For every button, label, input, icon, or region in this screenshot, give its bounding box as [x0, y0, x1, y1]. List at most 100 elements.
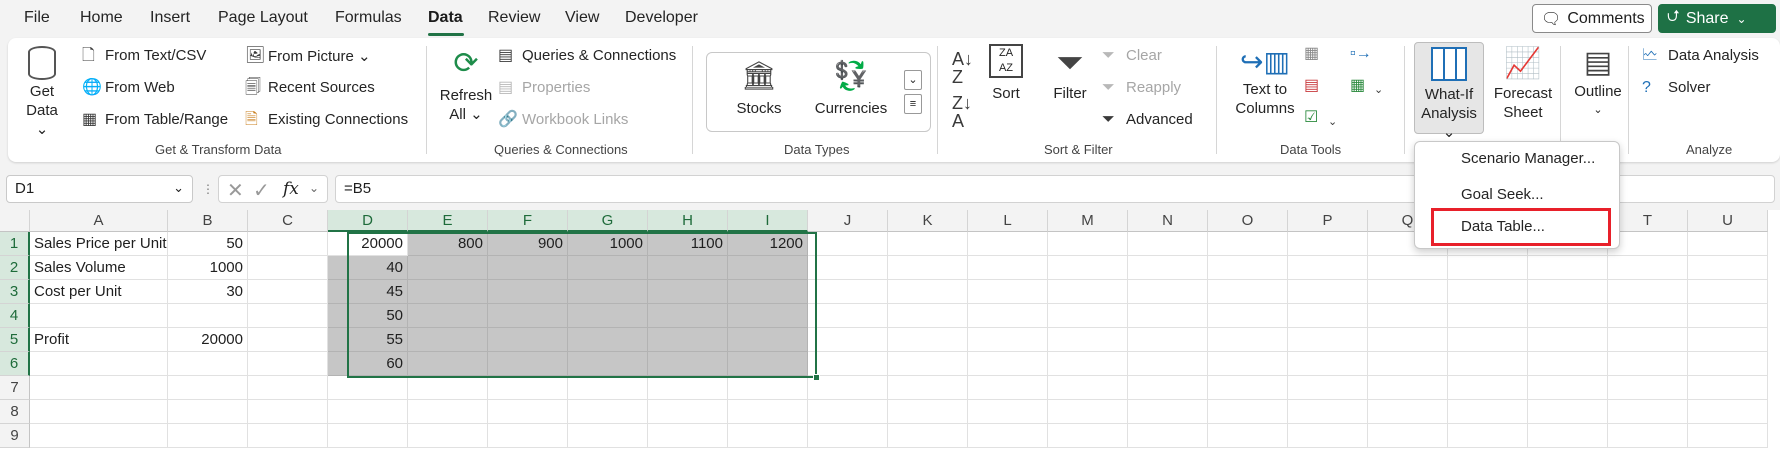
cell-c1[interactable] — [248, 232, 328, 256]
cell-j6[interactable] — [808, 352, 888, 376]
relationships-icon[interactable]: ▫→ — [1350, 46, 1372, 62]
cell-g1[interactable]: 1000 — [568, 232, 648, 256]
cell-k6[interactable] — [888, 352, 968, 376]
sort-az-icon[interactable]: A↓ Z — [952, 50, 973, 86]
text-to-columns-button[interactable]: ↪▥ Text to Columns — [1232, 44, 1298, 118]
cell-o6[interactable] — [1208, 352, 1288, 376]
cell-m6[interactable] — [1048, 352, 1128, 376]
cell-d7[interactable] — [328, 376, 408, 400]
column-header-m[interactable]: M — [1048, 210, 1128, 232]
cell-i9[interactable] — [728, 424, 808, 448]
cell-r9[interactable] — [1448, 424, 1528, 448]
cell-t2[interactable] — [1608, 256, 1688, 280]
cell-h6[interactable] — [648, 352, 728, 376]
cell-p5[interactable] — [1288, 328, 1368, 352]
cell-q6[interactable] — [1368, 352, 1448, 376]
cell-m1[interactable] — [1048, 232, 1128, 256]
cell-p1[interactable] — [1288, 232, 1368, 256]
cell-n5[interactable] — [1128, 328, 1208, 352]
cell-a8[interactable] — [30, 400, 168, 424]
cell-j1[interactable] — [808, 232, 888, 256]
cell-j5[interactable] — [808, 328, 888, 352]
row-header-5[interactable]: 5 — [0, 328, 30, 352]
cell-u1[interactable] — [1688, 232, 1768, 256]
column-header-a[interactable]: A — [30, 210, 168, 232]
cell-k3[interactable] — [888, 280, 968, 304]
row-header-8[interactable]: 8 — [0, 400, 30, 424]
filter-button[interactable]: ⏷ Filter — [1048, 44, 1092, 103]
cell-t6[interactable] — [1608, 352, 1688, 376]
cell-j7[interactable] — [808, 376, 888, 400]
fill-handle[interactable] — [813, 374, 820, 381]
cell-d3[interactable]: 45 — [328, 280, 408, 304]
cell-o8[interactable] — [1208, 400, 1288, 424]
chevron-down-icon[interactable]: ⌄ — [1328, 114, 1337, 130]
cell-d9[interactable] — [328, 424, 408, 448]
cell-u6[interactable] — [1688, 352, 1768, 376]
cell-c7[interactable] — [248, 376, 328, 400]
cell-l2[interactable] — [968, 256, 1048, 280]
cell-t5[interactable] — [1608, 328, 1688, 352]
column-header-n[interactable]: N — [1128, 210, 1208, 232]
flash-fill-icon[interactable]: ▦ — [1304, 46, 1319, 62]
cell-k4[interactable] — [888, 304, 968, 328]
cell-c8[interactable] — [248, 400, 328, 424]
cell-i8[interactable] — [728, 400, 808, 424]
data-analysis-button[interactable]: Data Analysis — [1668, 47, 1759, 64]
cell-j4[interactable] — [808, 304, 888, 328]
cell-e9[interactable] — [408, 424, 488, 448]
cell-f8[interactable] — [488, 400, 568, 424]
goal-seek-item[interactable]: Goal Seek... — [1461, 186, 1544, 203]
tab-file[interactable]: File — [24, 9, 50, 27]
cell-m2[interactable] — [1048, 256, 1128, 280]
cell-d8[interactable] — [328, 400, 408, 424]
cell-e3[interactable] — [408, 280, 488, 304]
cell-n4[interactable] — [1128, 304, 1208, 328]
cell-f2[interactable] — [488, 256, 568, 280]
cell-p6[interactable] — [1288, 352, 1368, 376]
cell-n3[interactable] — [1128, 280, 1208, 304]
cell-t7[interactable] — [1608, 376, 1688, 400]
cell-f4[interactable] — [488, 304, 568, 328]
cell-s3[interactable] — [1528, 280, 1608, 304]
currencies-button[interactable]: 💱 Currencies — [811, 59, 891, 118]
cell-n7[interactable] — [1128, 376, 1208, 400]
cell-l6[interactable] — [968, 352, 1048, 376]
cell-h3[interactable] — [648, 280, 728, 304]
cell-d5[interactable]: 55 — [328, 328, 408, 352]
cell-j8[interactable] — [808, 400, 888, 424]
cell-r2[interactable] — [1448, 256, 1528, 280]
cell-l4[interactable] — [968, 304, 1048, 328]
cell-o3[interactable] — [1208, 280, 1288, 304]
solver-button[interactable]: Solver — [1668, 79, 1711, 96]
cell-a3[interactable]: Cost per Unit — [30, 280, 168, 304]
cell-k2[interactable] — [888, 256, 968, 280]
row-header-3[interactable]: 3 — [0, 280, 30, 304]
cell-c6[interactable] — [248, 352, 328, 376]
cell-n6[interactable] — [1128, 352, 1208, 376]
cell-a5[interactable]: Profit — [30, 328, 168, 352]
cell-j3[interactable] — [808, 280, 888, 304]
cell-o9[interactable] — [1208, 424, 1288, 448]
cell-u4[interactable] — [1688, 304, 1768, 328]
cell-f9[interactable] — [488, 424, 568, 448]
cell-i3[interactable] — [728, 280, 808, 304]
gallery-expand-icon[interactable]: ≡ — [904, 94, 922, 114]
row-header-6[interactable]: 6 — [0, 352, 30, 376]
cell-l9[interactable] — [968, 424, 1048, 448]
recent-sources-button[interactable]: Recent Sources — [268, 79, 375, 96]
cell-e7[interactable] — [408, 376, 488, 400]
cell-b2[interactable]: 1000 — [168, 256, 248, 280]
cell-u5[interactable] — [1688, 328, 1768, 352]
cell-q9[interactable] — [1368, 424, 1448, 448]
cell-m5[interactable] — [1048, 328, 1128, 352]
cell-t1[interactable] — [1608, 232, 1688, 256]
tab-insert[interactable]: Insert — [150, 9, 190, 27]
stocks-button[interactable]: 🏛 Stocks — [729, 59, 789, 118]
cell-a6[interactable] — [30, 352, 168, 376]
column-header-b[interactable]: B — [168, 210, 248, 232]
column-header-k[interactable]: K — [888, 210, 968, 232]
column-header-o[interactable]: O — [1208, 210, 1288, 232]
tab-data[interactable]: Data — [428, 9, 463, 27]
cell-b5[interactable]: 20000 — [168, 328, 248, 352]
